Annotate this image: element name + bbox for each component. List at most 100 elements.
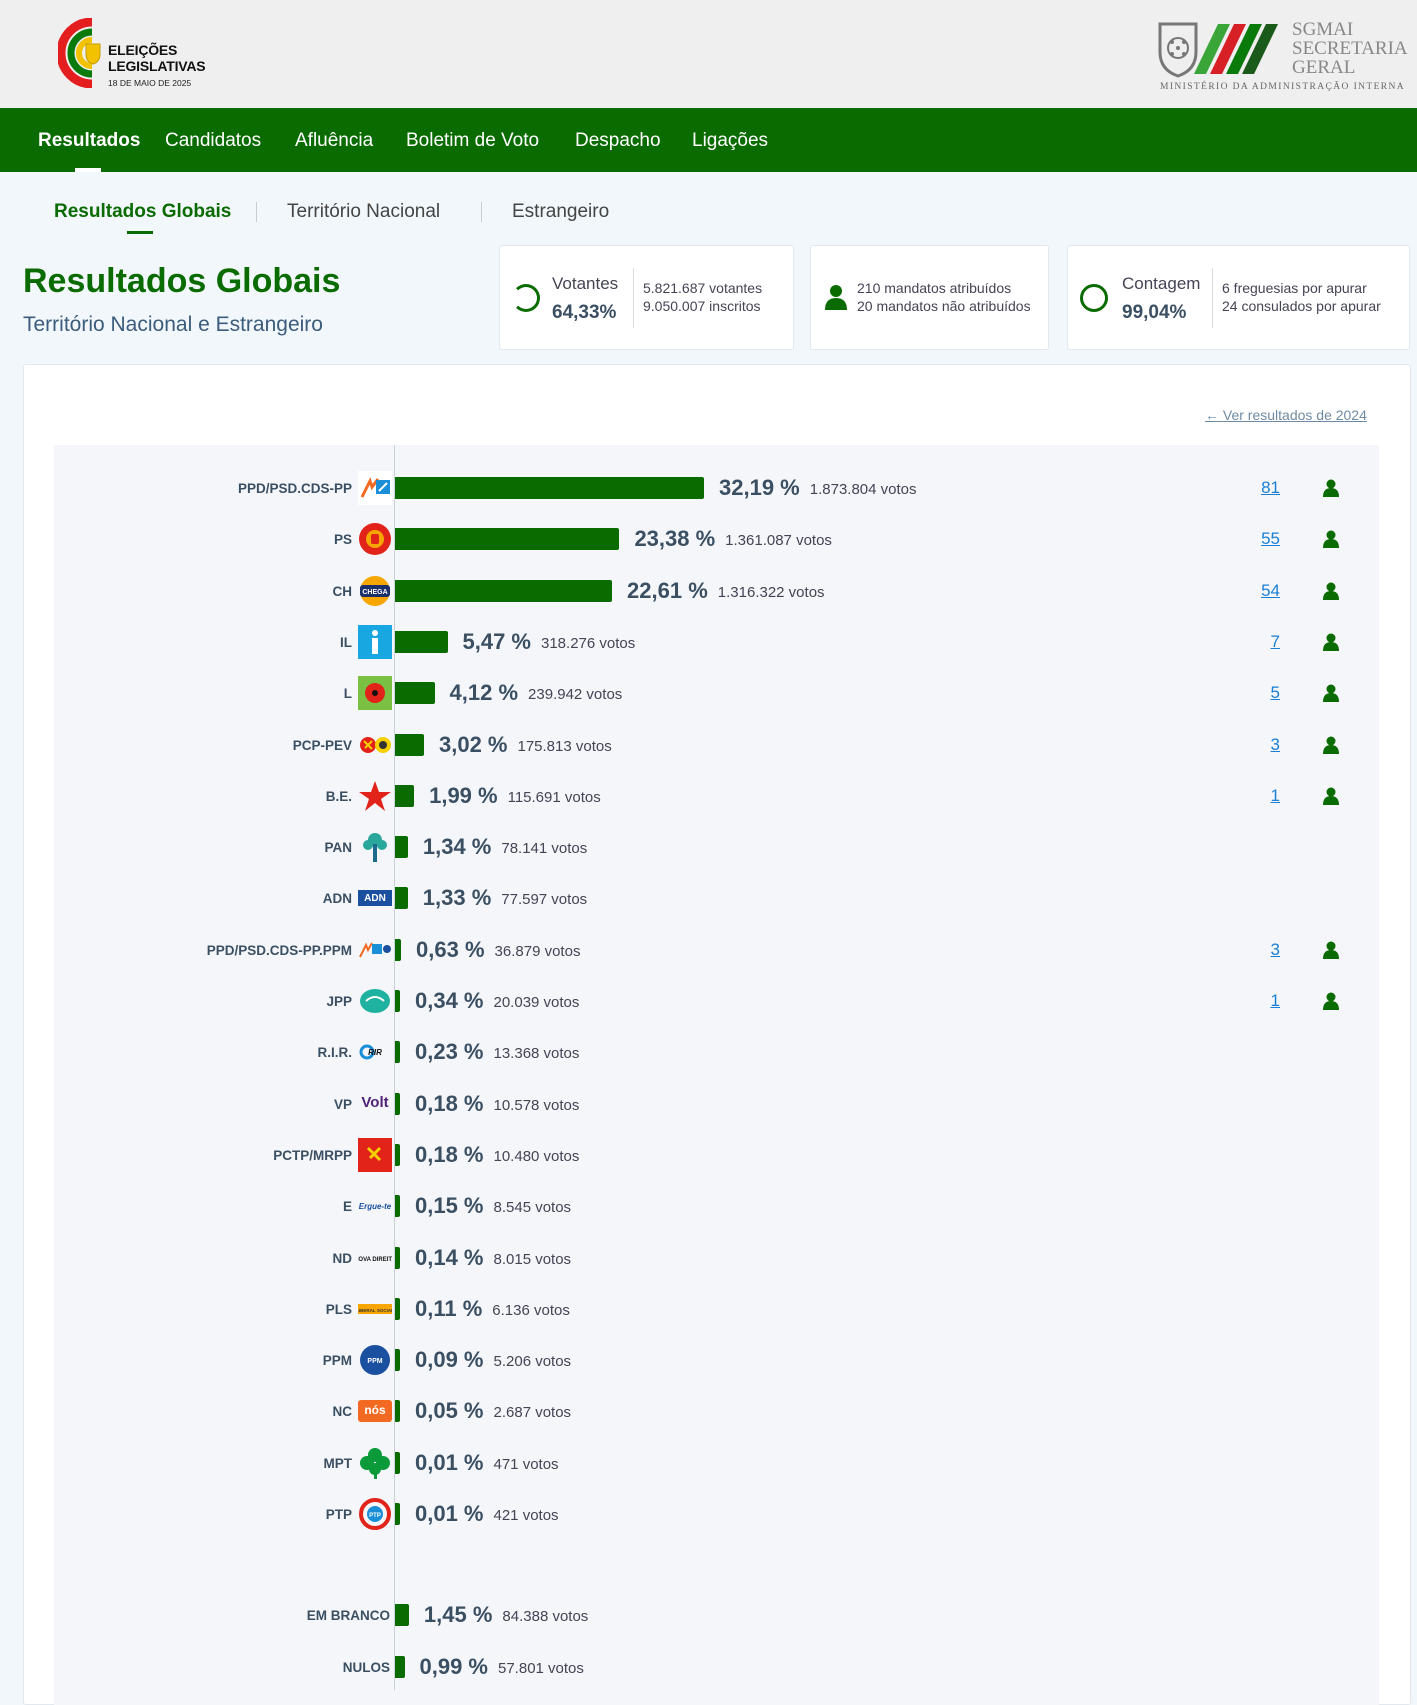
- party-logo-text: RIR: [368, 1048, 382, 1057]
- party-label: PAN: [324, 840, 352, 856]
- pls-icon: LIBERAL SOCIAL: [358, 1303, 392, 1314]
- mpt-clover-icon: [360, 1447, 390, 1479]
- seats-link[interactable]: 3: [1240, 735, 1280, 755]
- page-title: Resultados Globais: [23, 262, 341, 300]
- result-votes: 318.276 votos: [541, 634, 636, 652]
- tab-separator: [256, 202, 257, 222]
- result-bar: [395, 1143, 400, 1166]
- party-label: VP: [333, 1096, 352, 1112]
- tab-territorio-nacional[interactable]: Território Nacional: [287, 201, 440, 223]
- ver-resultados-2024-link[interactable]: ← Ver resultados de 2024: [1205, 407, 1367, 423]
- party-label: ADN: [322, 891, 352, 907]
- volt-icon: Volt: [361, 1094, 388, 1111]
- result-bar: [395, 1451, 400, 1474]
- be-star-icon: [359, 780, 391, 811]
- result-percent: 0,23 %: [415, 1039, 484, 1065]
- nav-active-indicator: [75, 168, 101, 172]
- party-logo-text: CHEGA: [362, 589, 387, 596]
- page-subtitle: Território Nacional e Estrangeiro: [23, 313, 323, 336]
- result-bar: [395, 579, 613, 602]
- inscritos-count: 9.050.007 inscritos: [643, 298, 761, 314]
- result-votes: 20.039 votos: [493, 994, 580, 1011]
- nav-boletim-de-voto[interactable]: Boletim de Voto: [406, 130, 539, 152]
- seats-link[interactable]: 54: [1240, 581, 1280, 601]
- result-votes: 36.879 votos: [494, 942, 581, 960]
- pan-tree-icon: [363, 833, 387, 863]
- seats-link[interactable]: 1: [1240, 991, 1280, 1011]
- result-bar: [395, 733, 424, 756]
- party-label: PCP-PEV: [292, 737, 352, 753]
- seats-link[interactable]: 3: [1240, 940, 1280, 960]
- party-label: MPT: [323, 1455, 353, 1471]
- party-label: PCTP/MRPP: [273, 1147, 352, 1163]
- person-icon: [825, 285, 847, 310]
- party-logo-text: PPM: [367, 1358, 382, 1365]
- seats-link[interactable]: 81: [1240, 478, 1280, 498]
- result-votes: 8.545 votos: [493, 1199, 572, 1217]
- nav-resultados[interactable]: Resultados: [38, 130, 140, 152]
- party-label: PS: [333, 532, 352, 548]
- party-label: CH: [332, 583, 353, 599]
- result-percent: 0,15 %: [415, 1193, 484, 1219]
- result-bar: [395, 1297, 400, 1320]
- result-bar: [395, 1246, 400, 1269]
- result-bar: [395, 630, 448, 653]
- tab-resultados-globais[interactable]: Resultados Globais: [54, 201, 231, 223]
- contagem-percent: 99,04%: [1122, 302, 1187, 323]
- result-percent: 1,99 %: [429, 782, 498, 808]
- rir-icon: RIR: [359, 1044, 382, 1060]
- results-chart: [54, 445, 1379, 1705]
- party-label: L: [343, 686, 352, 702]
- tab-estrangeiro[interactable]: Estrangeiro: [512, 201, 609, 223]
- mandatos-nao-atribuidos: 20 mandatos não atribuídos: [857, 298, 1031, 314]
- result-bar: [395, 1503, 400, 1525]
- result-bar: [395, 1092, 400, 1115]
- nav-afluencia[interactable]: Afluência: [295, 130, 373, 152]
- party-label: E: [342, 1199, 352, 1215]
- result-percent: 0,14 %: [415, 1244, 484, 1270]
- nav-candidatos[interactable]: Candidatos: [165, 130, 261, 152]
- party-label: PTP: [325, 1507, 352, 1522]
- eleicoes-legislativas-logo[interactable]: ELEIÇÕES LEGISLATIVAS 18 DE MAIO DE 2025: [58, 18, 218, 90]
- party-label: NULOS: [342, 1660, 390, 1675]
- party-logo-text: LIBERAL SOCIAL: [358, 1308, 392, 1313]
- result-bar: [395, 1656, 405, 1678]
- nav-ligacoes[interactable]: Ligações: [692, 130, 768, 152]
- result-percent: 32,19 %: [719, 475, 800, 500]
- nav-despacho[interactable]: Despacho: [575, 130, 661, 152]
- votantes-percent: 64,33%: [552, 302, 617, 323]
- result-votes: 6.136 votos: [492, 1301, 570, 1319]
- person-icon: [1323, 941, 1339, 959]
- result-percent: 0,01 %: [415, 1501, 484, 1526]
- person-icon: [1323, 736, 1339, 754]
- sgmai-logo[interactable]: SGMAI SECRETARIA GERAL MINISTÉRIO DA ADM…: [1158, 18, 1408, 96]
- seats-link[interactable]: 55: [1240, 529, 1280, 549]
- party-label: IL: [340, 634, 352, 650]
- result-votes: 77.597 votos: [501, 891, 588, 909]
- result-bar: [395, 938, 402, 961]
- seats-link[interactable]: 7: [1240, 632, 1280, 652]
- result-percent: 1,45 %: [423, 1602, 493, 1627]
- person-icon: [1323, 684, 1339, 703]
- result-percent: 0,99 %: [419, 1654, 489, 1679]
- seats-link[interactable]: 5: [1240, 683, 1280, 703]
- seats-link[interactable]: 1: [1240, 786, 1280, 806]
- result-bar: [395, 682, 435, 705]
- result-percent: 23,38 %: [634, 526, 716, 552]
- tab-separator: [481, 202, 482, 222]
- party-label: R.I.R.: [317, 1045, 352, 1061]
- result-percent: 0,18 %: [415, 1141, 484, 1167]
- sgmai-line-2: SECRETARIA: [1292, 38, 1408, 59]
- person-icon: [1323, 633, 1339, 651]
- main-nav: Resultados Candidatos Afluência Boletim …: [0, 108, 1417, 172]
- result-votes: 5.206 votos: [493, 1353, 572, 1371]
- top-header: ELEIÇÕES LEGISLATIVAS 18 DE MAIO DE 2025…: [0, 0, 1417, 108]
- result-percent: 0,11 %: [415, 1295, 483, 1321]
- freguesias-por-apurar: 6 freguesias por apurar: [1222, 280, 1367, 296]
- card-divider: [633, 268, 634, 328]
- mandatos-atribuidos: 210 mandatos atribuídos: [857, 280, 1012, 296]
- ptp-icon: PTP: [359, 1498, 391, 1530]
- ppm-icon: PPM: [360, 1345, 390, 1376]
- party-logo-text: nós: [364, 1403, 386, 1417]
- result-percent: 0,34 %: [415, 988, 484, 1013]
